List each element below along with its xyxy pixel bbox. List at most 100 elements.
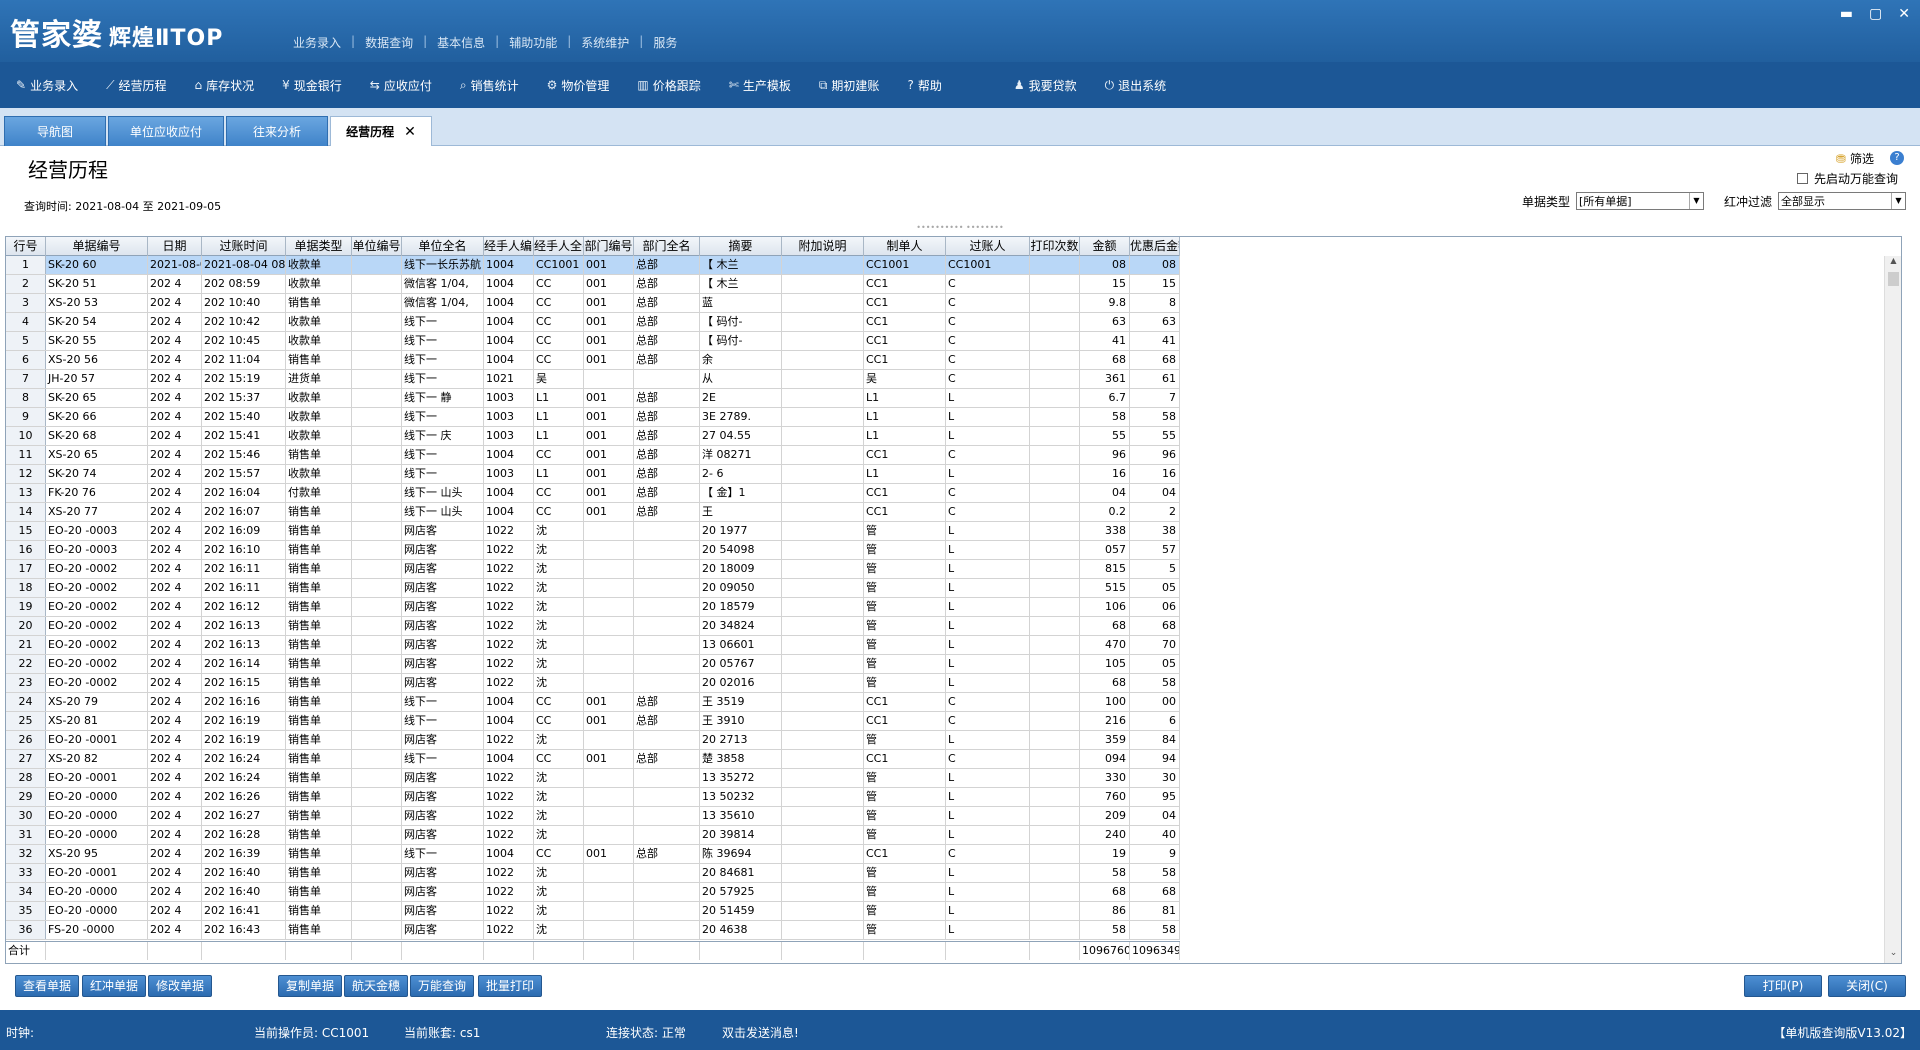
column-header[interactable]: 经手人编号 [484, 237, 534, 256]
toolbar-button[interactable]: ✎ 业务录入 [16, 77, 78, 94]
table-row[interactable]: 35 EO-20 -0000 202 4 202 16:41 销售单 网店客 1022 沈 20… [6, 902, 1180, 921]
toolbar-button[interactable]: ⇆ 应收应付 [370, 77, 432, 94]
table-row[interactable]: 25 XS-20 81 202 4 202 16:19 销售单 线下一 1004 CC 001 总… [6, 712, 1180, 731]
column-header[interactable]: 行号 [6, 237, 46, 256]
table-row[interactable]: 3 XS-20 53 202 4 202 10:40 销售单 微信客 1/04, 1004 C… [6, 294, 1180, 313]
toolbar-button[interactable]: ⚙ 物价管理 [547, 77, 610, 94]
table-row[interactable]: 26 EO-20 -0001 202 4 202 16:19 销售单 网店客 1022 沈 20… [6, 731, 1180, 750]
print-button[interactable]: 打印(P) [1744, 975, 1822, 997]
column-header[interactable]: 经手人全名 [534, 237, 584, 256]
toolbar-button[interactable]: ¥ 现金银行 [282, 77, 342, 94]
toolbar-button[interactable]: ⧉ 期初建账 [819, 77, 880, 94]
table-row[interactable]: 24 XS-20 79 202 4 202 16:16 销售单 线下一 1004 CC 001 总… [6, 693, 1180, 712]
action-button[interactable]: 红冲单据 [82, 975, 147, 997]
help-icon[interactable]: ? [1890, 151, 1904, 165]
close-window-icon[interactable]: ✕ [1898, 6, 1910, 22]
table-row[interactable]: 8 SK-20 65 202 4 202 15:37 收款单 线下一 静 1003 L1 001… [6, 389, 1180, 408]
table-row[interactable]: 20 EO-20 -0002 202 4 202 16:13 销售单 网店客 1022 沈 20… [6, 617, 1180, 636]
filter-button[interactable]: ⛃ 筛选 [1836, 150, 1874, 167]
table-row[interactable]: 21 EO-20 -0002 202 4 202 16:13 销售单 网店客 1022 沈 13… [6, 636, 1180, 655]
toolbar-button[interactable]: ▥ 价格跟踪 [637, 77, 700, 94]
table-row[interactable]: 9 SK-20 66 202 4 202 15:40 收款单 线下一 1003 L1 001 总部… [6, 408, 1180, 427]
tab-business-history[interactable]: 经营历程 ✕ [330, 116, 432, 146]
table-row[interactable]: 22 EO-20 -0002 202 4 202 16:14 销售单 网店客 1022 沈 20… [6, 655, 1180, 674]
table-row[interactable]: 29 EO-20 -0000 202 4 202 16:26 销售单 网店客 1022 沈 13… [6, 788, 1180, 807]
table-row[interactable]: 18 EO-20 -0002 202 4 202 16:11 销售单 网店客 1022 沈 20… [6, 579, 1180, 598]
toolbar-button[interactable]: ⌂ 库存状况 [195, 77, 255, 94]
table-row[interactable]: 27 XS-20 82 202 4 202 16:24 销售单 线下一 1004 CC 001 总… [6, 750, 1180, 769]
minimize-icon[interactable]: ▬ [1840, 6, 1853, 22]
tab-unit-receivable[interactable]: 单位应收应付 [108, 116, 224, 146]
checkbox[interactable] [1796, 173, 1808, 184]
action-button[interactable]: 万能查询 [410, 975, 475, 997]
scroll-up-icon[interactable]: ▲ [1885, 256, 1901, 270]
table-row[interactable]: 6 XS-20 56 202 4 202 11:04 销售单 线下一 1004 CC 001 总部… [6, 351, 1180, 370]
column-header[interactable]: 摘要 [700, 237, 782, 256]
tab-transaction-analysis[interactable]: 往来分析 [226, 116, 328, 146]
toolbar-button[interactable]: ⏻ 退出系统 [1105, 77, 1167, 94]
action-button[interactable]: 查看单据 [15, 975, 80, 997]
close-icon[interactable]: ✕ [404, 124, 416, 140]
scroll-down-icon[interactable]: ⌄ [1885, 948, 1901, 962]
toolbar-button[interactable]: ? 帮助 [907, 77, 941, 94]
column-header[interactable]: 单据编号 [46, 237, 148, 256]
action-button[interactable]: 修改单据 [148, 975, 213, 997]
table-row[interactable]: 30 EO-20 -0000 202 4 202 16:27 销售单 网店客 1022 沈 13… [6, 807, 1180, 826]
table-row[interactable]: 7 JH-20 57 202 4 202 15:19 进货单 线下一 1021 吴从吴 C 361… [6, 370, 1180, 389]
table-row[interactable]: 2 SK-20 51 202 4 202 08:59 收款单 微信客 1/04, 1004 C… [6, 275, 1180, 294]
top-menu-item[interactable]: 辅助功能 [499, 34, 567, 51]
table-row[interactable]: 1SK-20 602021-08-042021-08-04 08:57收款单 线下… [6, 256, 1180, 275]
vertical-scrollbar[interactable]: ▲ ⌄ [1884, 256, 1901, 963]
table-row[interactable]: 10 SK-20 68 202 4 202 15:41 收款单 线下一 庆 1003 L1 00… [6, 427, 1180, 446]
column-header[interactable]: 单据类型 [286, 237, 352, 256]
table-row[interactable]: 13 FK-20 76 202 4 202 16:04 付款单 线下一 山头 1004 CC 0… [6, 484, 1180, 503]
column-header[interactable]: 过账时间 [202, 237, 286, 256]
column-header[interactable]: 打印次数 [1030, 237, 1080, 256]
table-row[interactable]: 11 XS-20 65 202 4 202 15:46 销售单 线下一 1004 CC 001 总… [6, 446, 1180, 465]
column-header[interactable]: 部门全名 [634, 237, 700, 256]
message-link[interactable]: 双击发送消息! [722, 1024, 799, 1041]
table-row[interactable]: 23 EO-20 -0002 202 4 202 16:15 销售单 网店客 1022 沈 20… [6, 674, 1180, 693]
tab-navigation[interactable]: 导航图 [4, 116, 106, 146]
top-menu-item[interactable]: 业务录入 [283, 34, 351, 51]
table-row[interactable]: 19 EO-20 -0002 202 4 202 16:12 销售单 网店客 1022 沈 20… [6, 598, 1180, 617]
table-row[interactable]: 16 EO-20 -0003 202 4 202 16:10 销售单 网店客 1022 沈 20… [6, 541, 1180, 560]
table-row[interactable]: 28 EO-20 -0001 202 4 202 16:24 销售单 网店客 1022 沈 13… [6, 769, 1180, 788]
redflush-select[interactable]: 全部显示 ▼ [1778, 192, 1906, 210]
top-menu-item[interactable]: 服务 [643, 34, 687, 51]
table-row[interactable]: 5 SK-20 55 202 4 202 10:45 收款单 线下一 1004 CC 001 总部… [6, 332, 1180, 351]
table-row[interactable]: 32 XS-20 95 202 4 202 16:39 销售单 线下一 1004 CC 001 总… [6, 845, 1180, 864]
table-row[interactable]: 15 EO-20 -0003 202 4 202 16:09 销售单 网店客 1022 沈 20… [6, 522, 1180, 541]
scroll-thumb[interactable] [1888, 272, 1899, 286]
splitter-handle[interactable]: •••••••••• •••••••• [0, 224, 1920, 232]
column-header[interactable]: 单位编号 [352, 237, 402, 256]
column-header[interactable]: 金额 [1080, 237, 1130, 256]
table-row[interactable]: 17 EO-20 -0002 202 4 202 16:11 销售单 网店客 1022 沈 20… [6, 560, 1180, 579]
toolbar-button[interactable]: ✄ 生产模板 [729, 77, 791, 94]
table-row[interactable]: 14 XS-20 77 202 4 202 16:07 销售单 线下一 山头 1004 CC 0… [6, 503, 1180, 522]
column-header[interactable]: 附加说明 [782, 237, 864, 256]
table-row[interactable]: 12 SK-20 74 202 4 202 15:57 收款单 线下一 1003 L1 001 总… [6, 465, 1180, 484]
enable-query-checkbox[interactable]: 先启动万能查询 [1796, 170, 1898, 187]
column-header[interactable]: 制单人 [864, 237, 946, 256]
column-header[interactable]: 日期 [148, 237, 202, 256]
close-button[interactable]: 关闭(C) [1828, 975, 1906, 997]
maximize-icon[interactable]: ▢ [1869, 6, 1882, 22]
action-button[interactable]: 复制单据 [278, 975, 343, 997]
column-header[interactable]: 单位全名 [402, 237, 484, 256]
toolbar-button[interactable]: ♟ 我要贷款 [1014, 77, 1077, 94]
top-menu-item[interactable]: 数据查询 [355, 34, 423, 51]
action-button[interactable]: 航天金穗 [344, 975, 409, 997]
top-menu-item[interactable]: 系统维护 [571, 34, 639, 51]
table-row[interactable]: 33 EO-20 -0001 202 4 202 16:40 销售单 网店客 1022 沈 20… [6, 864, 1180, 883]
table-row[interactable]: 4 SK-20 54 202 4 202 10:42 收款单 线下一 1004 CC 001 总部… [6, 313, 1180, 332]
toolbar-button[interactable]: ⌕ 销售统计 [460, 77, 519, 94]
column-header[interactable]: 过账人 [946, 237, 1030, 256]
bill-type-select[interactable]: [所有单据] ▼ [1575, 192, 1704, 210]
top-menu-item[interactable]: 基本信息 [427, 34, 495, 51]
table-row[interactable]: 36 FS-20 -0000 202 4 202 16:43 销售单 网店客 1022 沈 20… [6, 921, 1180, 940]
toolbar-button[interactable]: ⟋ 经营历程 [106, 77, 166, 94]
column-header[interactable]: 优惠后金额 [1130, 237, 1180, 256]
action-button[interactable]: 批量打印 [478, 975, 543, 997]
column-header[interactable]: 部门编号 [584, 237, 634, 256]
